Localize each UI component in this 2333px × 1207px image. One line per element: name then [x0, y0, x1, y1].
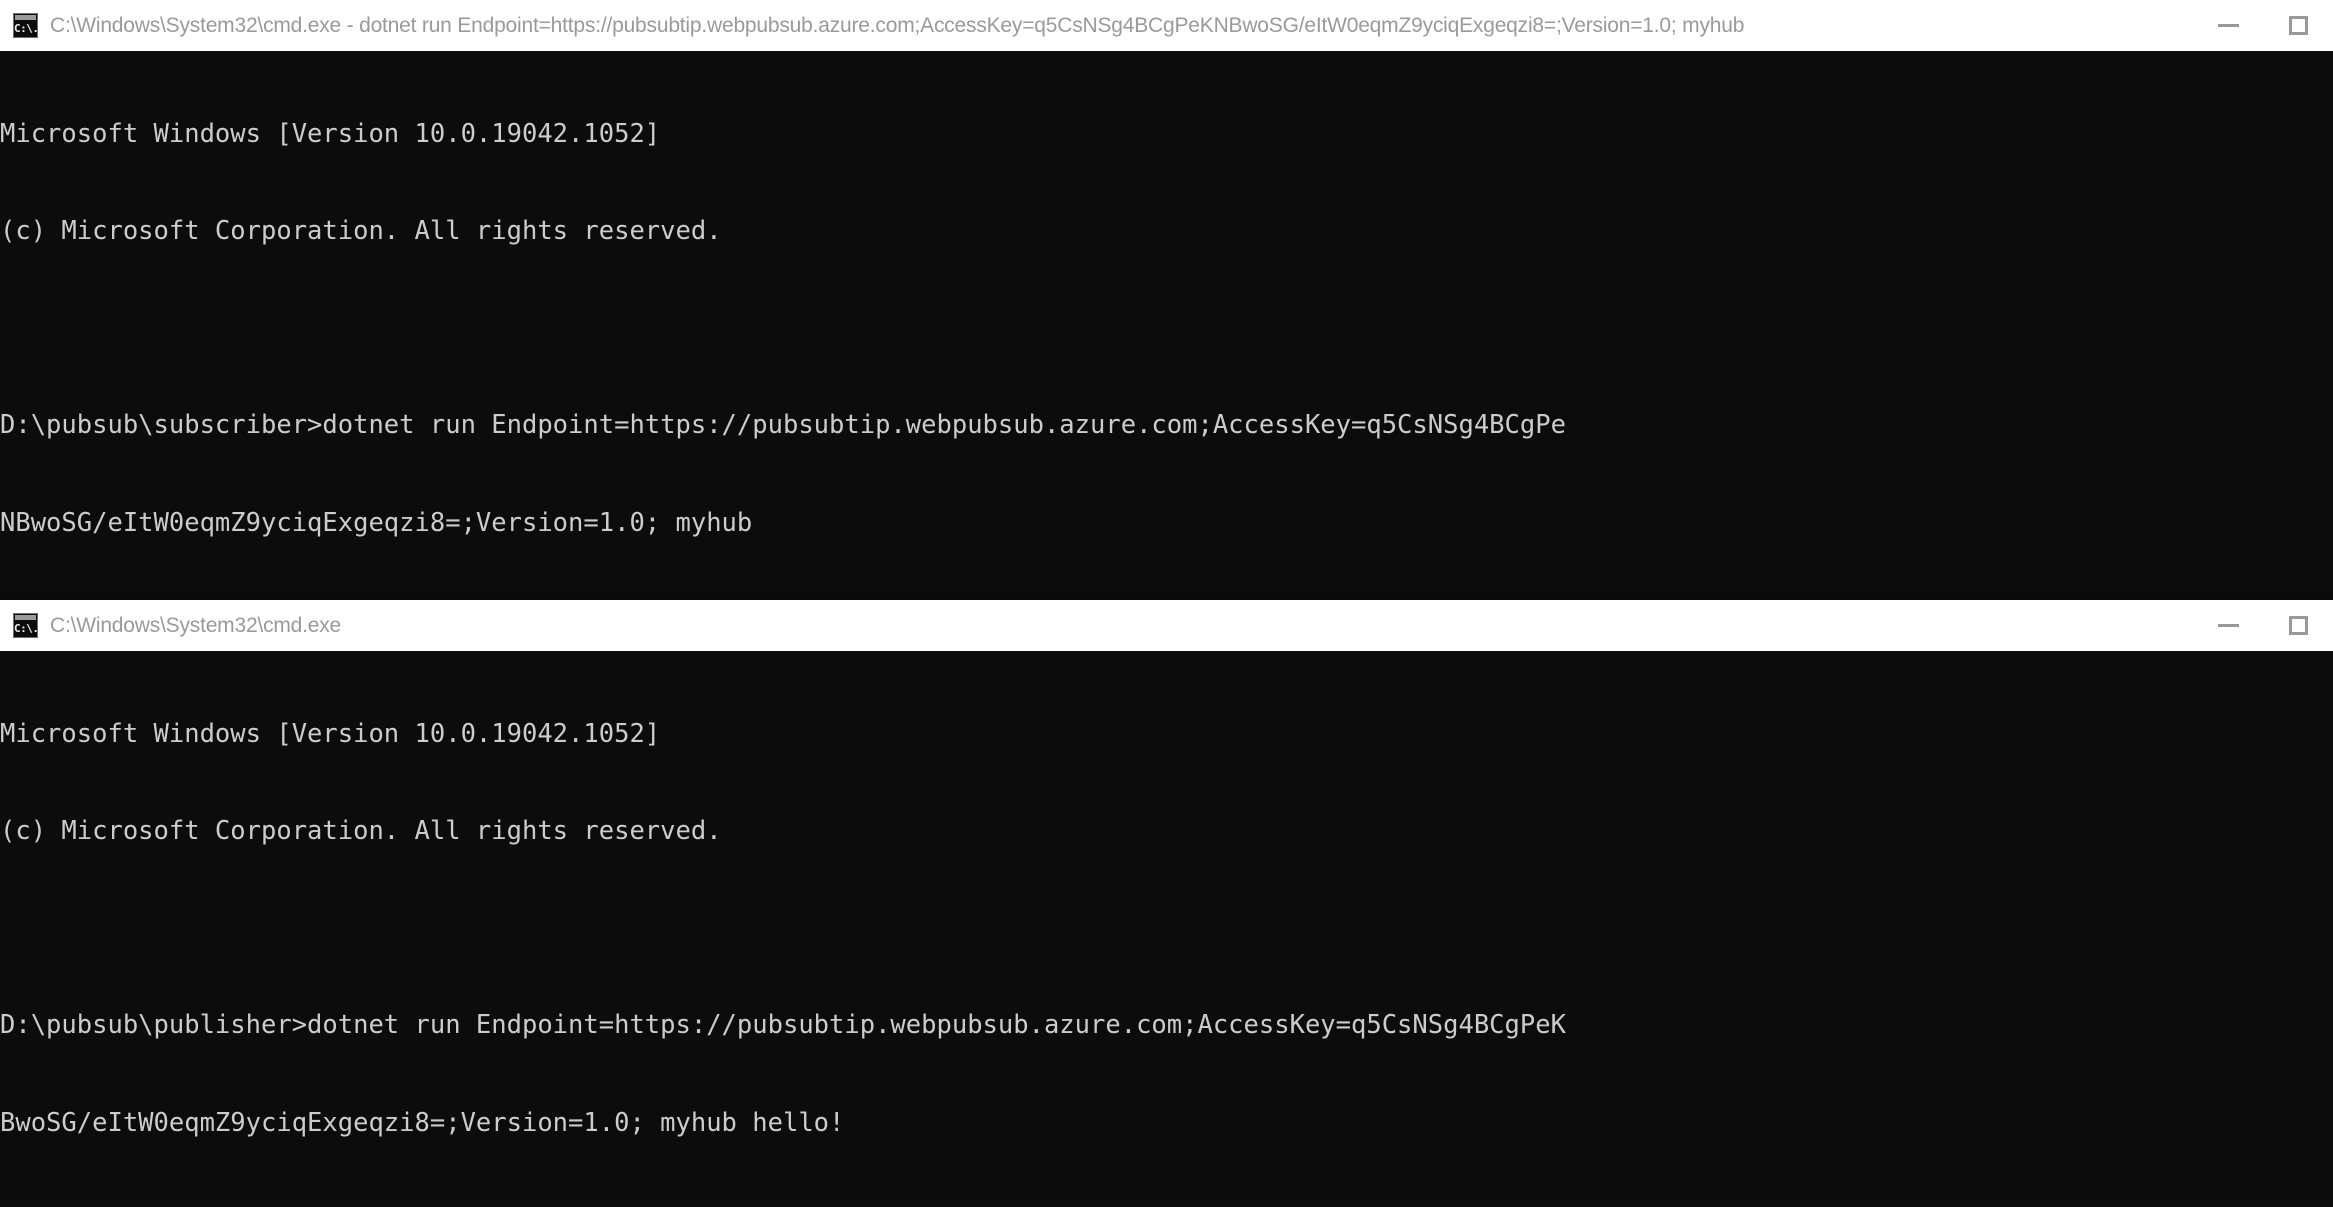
cmd-window-subscriber[interactable]: C:\. C:\Windows\System32\cmd.exe - dotne… [0, 0, 2333, 624]
minimize-icon [2217, 24, 2239, 27]
desktop: C:\. C:\Windows\System32\cmd.exe - dotne… [0, 0, 2333, 1207]
minimize-button-subscriber[interactable] [2193, 0, 2263, 51]
window-title-subscriber: C:\Windows\System32\cmd.exe - dotnet run… [50, 13, 1745, 37]
titlebar-left-subscriber: C:\. C:\Windows\System32\cmd.exe - dotne… [0, 13, 2193, 38]
console-line: D:\pubsub\publisher>dotnet run Endpoint=… [0, 1010, 1566, 1041]
minimize-button-publisher[interactable] [2193, 600, 2263, 651]
titlebar-buttons-publisher [2193, 600, 2333, 651]
console-line: D:\pubsub\subscriber>dotnet run Endpoint… [0, 410, 1566, 441]
console-line: NBwoSG/eItW0eqmZ9yciqExgeqzi8=;Version=1… [0, 507, 753, 538]
console-line: Microsoft Windows [Version 10.0.19042.10… [0, 718, 661, 749]
cmd-window-publisher[interactable]: C:\. C:\Windows\System32\cmd.exe Microso… [0, 600, 2333, 1207]
titlebar-buttons-subscriber [2193, 0, 2333, 51]
maximize-icon [2288, 616, 2308, 635]
cmd-console-icon-glyph: C:\. [14, 22, 39, 35]
cmd-console-icon-glyph: C:\. [14, 622, 39, 635]
titlebar-left-publisher: C:\. C:\Windows\System32\cmd.exe [0, 613, 2193, 638]
console-line: Microsoft Windows [Version 10.0.19042.10… [0, 118, 661, 149]
minimize-icon [2217, 624, 2239, 627]
console-output-subscriber[interactable]: Microsoft Windows [Version 10.0.19042.10… [0, 51, 2333, 624]
console-line: (c) Microsoft Corporation. All rights re… [0, 816, 722, 847]
titlebar-publisher[interactable]: C:\. C:\Windows\System32\cmd.exe [0, 600, 2333, 651]
cmd-console-icon: C:\. [13, 613, 39, 638]
window-title-publisher: C:\Windows\System32\cmd.exe [50, 613, 342, 637]
maximize-icon [2288, 16, 2308, 35]
cmd-console-icon: C:\. [13, 13, 39, 38]
maximize-button-publisher[interactable] [2263, 600, 2333, 651]
console-line: BwoSG/eItW0eqmZ9yciqExgeqzi8=;Version=1.… [0, 1107, 845, 1138]
maximize-button-subscriber[interactable] [2263, 0, 2333, 51]
console-line: (c) Microsoft Corporation. All rights re… [0, 216, 722, 247]
titlebar-subscriber[interactable]: C:\. C:\Windows\System32\cmd.exe - dotne… [0, 0, 2333, 51]
console-output-publisher[interactable]: Microsoft Windows [Version 10.0.19042.10… [0, 651, 2333, 1207]
